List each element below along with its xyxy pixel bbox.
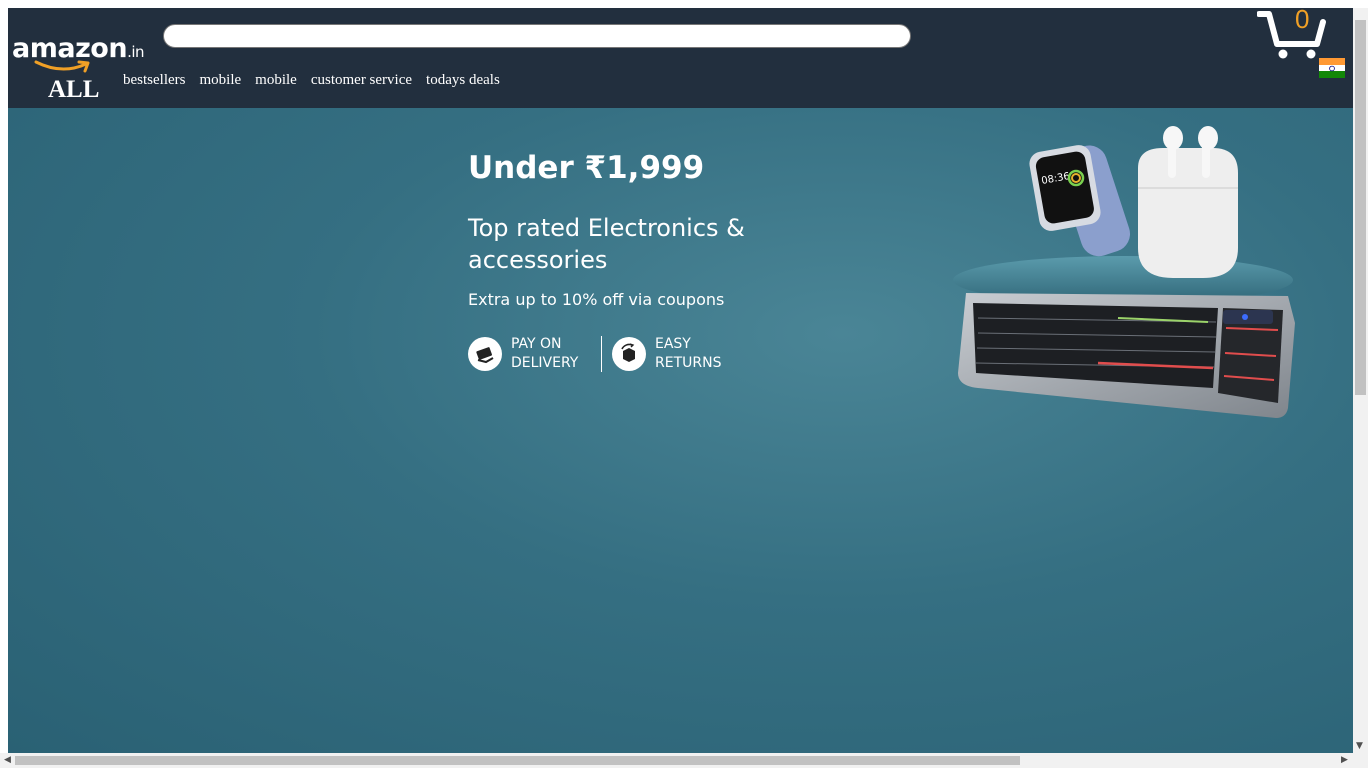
logo-tld: .in xyxy=(127,43,145,61)
header: amazon.in ALL bestsellers mobile mobile … xyxy=(8,8,1353,108)
keyboard-image xyxy=(958,293,1295,418)
badge-easy-returns: EASY RETURNS xyxy=(612,335,735,373)
cart-count: 0 xyxy=(1295,8,1310,34)
india-flag-icon[interactable] xyxy=(1319,58,1345,78)
nav-link-mobile-2[interactable]: mobile xyxy=(255,72,297,89)
nav-bar: bestsellers mobile mobile customer servi… xyxy=(123,72,500,89)
nav-link-mobile[interactable]: mobile xyxy=(199,72,241,89)
pay-on-delivery-icon xyxy=(468,337,502,371)
hero-copy: Under ₹1,999 Top rated Electronics & acc… xyxy=(468,150,788,373)
nav-link-customer-service[interactable]: customer service xyxy=(311,72,412,89)
scroll-down-arrow-icon[interactable]: ▼ xyxy=(1356,741,1363,751)
smartwatch-image: 08:36 xyxy=(1029,145,1131,257)
cart-icon xyxy=(1256,11,1326,59)
scroll-right-arrow-icon[interactable]: ▶ xyxy=(1341,755,1348,765)
nav-link-bestsellers[interactable]: bestsellers xyxy=(123,72,185,89)
hero-badges: PAY ON DELIVERY EASY RETURNS xyxy=(468,335,788,373)
hero-banner[interactable]: Under ₹1,999 Top rated Electronics & acc… xyxy=(8,108,1353,753)
badge-pay-on-delivery: PAY ON DELIVERY xyxy=(468,335,591,373)
horizontal-scrollbar-thumb[interactable] xyxy=(15,756,1020,765)
search-input[interactable] xyxy=(163,24,911,48)
badge-divider xyxy=(601,336,602,372)
nav-link-todays-deals[interactable]: todays deals xyxy=(426,72,500,89)
horizontal-scrollbar[interactable]: ◀ ▶ xyxy=(0,753,1368,768)
hero-title: Top rated Electronics & accessories xyxy=(468,214,745,274)
scroll-left-arrow-icon[interactable]: ◀ xyxy=(4,755,11,765)
hero-products-image: 08:36 xyxy=(953,126,1295,418)
hero-price: Under ₹1,999 xyxy=(468,150,705,186)
vertical-scrollbar-thumb[interactable] xyxy=(1355,20,1366,395)
easy-returns-label: EASY RETURNS xyxy=(655,336,722,371)
vertical-scrollbar[interactable]: ▼ xyxy=(1353,8,1368,753)
all-menu-button[interactable]: ALL xyxy=(48,76,99,104)
earbuds-case-image xyxy=(1138,126,1238,278)
page: amazon.in ALL bestsellers mobile mobile … xyxy=(8,8,1353,753)
hero-subtitle: Extra up to 10% off via coupons xyxy=(468,290,725,309)
pay-on-delivery-label: PAY ON DELIVERY xyxy=(511,336,579,371)
logo-smile-arrow-icon xyxy=(34,60,90,73)
easy-returns-icon xyxy=(612,337,646,371)
cart-button[interactable]: 0 xyxy=(1256,8,1327,62)
